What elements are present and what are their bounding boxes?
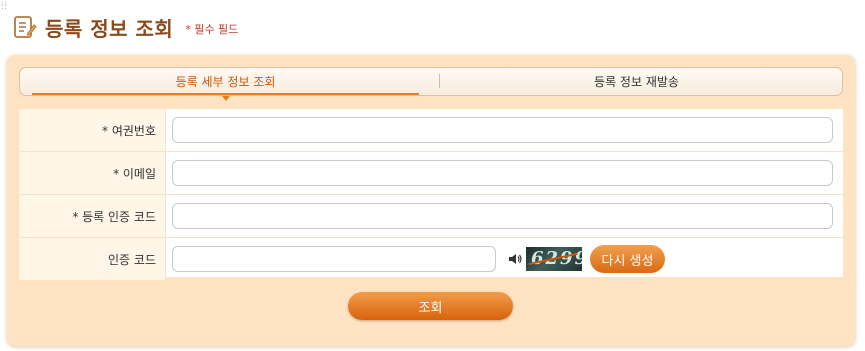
email-cell <box>166 152 843 194</box>
tab-resend-info[interactable]: 등록 정보 재발송 <box>431 68 842 95</box>
registration-code-label: * 등록 인증 코드 <box>19 195 166 237</box>
passport-cell <box>166 109 843 151</box>
tab-label: 등록 세부 정보 조회 <box>175 75 276 89</box>
form-row-captcha: 인증 코드 6299 다시 생성 <box>19 238 843 280</box>
passport-number-input[interactable] <box>172 117 833 143</box>
required-fields-note: * 필수 필드 <box>185 23 239 36</box>
lookup-panel: 등록 세부 정보 조회 등록 정보 재발송 * 여권번호 * 이메일 * 등록 … <box>7 55 855 346</box>
page-header: 등록 정보 조회 * 필수 필드 <box>13 12 238 42</box>
active-tab-caret-icon <box>221 96 230 101</box>
passport-label: * 여권번호 <box>19 109 166 151</box>
registration-code-cell <box>166 195 843 237</box>
form-row-passport: * 여권번호 <box>19 109 843 152</box>
tab-bar: 등록 세부 정보 조회 등록 정보 재발송 <box>19 67 843 101</box>
captcha-cell: 6299 다시 생성 <box>166 238 843 280</box>
lookup-submit-button[interactable]: 조회 <box>348 292 513 320</box>
email-input[interactable] <box>172 160 833 186</box>
captcha-image: 6299 <box>526 247 582 271</box>
email-label: * 이메일 <box>19 152 166 194</box>
form-row-registration-code: * 등록 인증 코드 <box>19 195 843 238</box>
regenerate-captcha-button[interactable]: 다시 생성 <box>590 245 665 273</box>
captcha-text: 6299 <box>531 248 582 269</box>
corner-dots: :::: <box>1 0 8 11</box>
speaker-icon[interactable] <box>508 253 522 265</box>
page-title: 등록 정보 조회 <box>45 16 174 41</box>
form-row-email: * 이메일 <box>19 152 843 195</box>
tab-lookup-details[interactable]: 등록 세부 정보 조회 <box>20 68 431 101</box>
tab-label: 등록 정보 재발송 <box>594 75 679 89</box>
lookup-form: * 여권번호 * 이메일 * 등록 인증 코드 인증 코드 629 다시 생성 <box>19 109 843 280</box>
captcha-label: 인증 코드 <box>19 238 166 280</box>
registration-code-input[interactable] <box>172 203 833 229</box>
captcha-input[interactable] <box>172 246 496 272</box>
edit-document-icon <box>14 16 37 38</box>
